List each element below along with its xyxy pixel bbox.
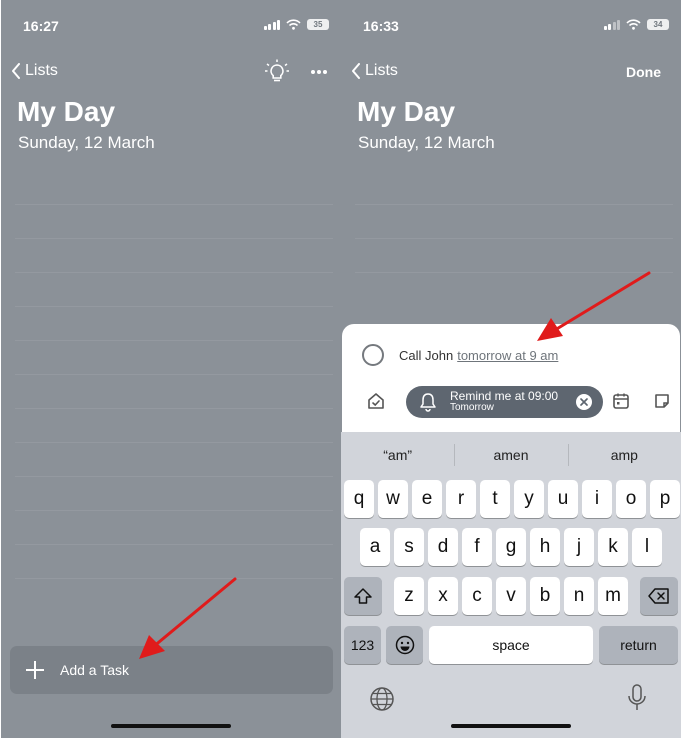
key-s[interactable]: s	[394, 528, 424, 566]
circle-checkbox-icon[interactable]	[362, 344, 384, 366]
dictation-key[interactable]	[627, 684, 647, 712]
key-o[interactable]: o	[616, 480, 646, 518]
key-j[interactable]: j	[564, 528, 594, 566]
key-l[interactable]: l	[632, 528, 662, 566]
status-icons: 34	[603, 19, 669, 30]
key-h[interactable]: h	[530, 528, 560, 566]
emoji-icon	[395, 635, 414, 655]
done-button[interactable]: Done	[626, 64, 661, 80]
keyboard: “am” amen amp q w e r t y u i o p a s d …	[341, 432, 681, 738]
backspace-key[interactable]	[640, 577, 678, 615]
status-time: 16:33	[363, 18, 399, 34]
emoji-key[interactable]	[386, 626, 423, 664]
nav-bar: Lists Done	[341, 56, 681, 88]
home-indicator	[111, 724, 231, 728]
chevron-left-icon	[12, 63, 20, 79]
due-date-button[interactable]	[609, 389, 633, 413]
right-screenshot: 16:33 34 Lists Done My Day Sunday, 12 Ma…	[341, 0, 681, 738]
key-q[interactable]: q	[344, 480, 374, 518]
key-t[interactable]: t	[480, 480, 510, 518]
suggestion-item[interactable]: amp	[567, 442, 681, 468]
reminder-day: Tomorrow	[450, 402, 494, 414]
globe-key[interactable]	[369, 686, 395, 712]
recognized-date-text[interactable]: tomorrow at 9 am	[457, 348, 558, 363]
suggestions-button[interactable]	[263, 58, 291, 86]
calendar-icon	[613, 393, 629, 409]
key-y[interactable]: y	[514, 480, 544, 518]
nav-bar: Lists	[1, 56, 341, 88]
return-key[interactable]: return	[599, 626, 678, 664]
empty-task-lines	[355, 204, 673, 306]
key-z[interactable]: z	[394, 577, 424, 615]
add-task-button[interactable]: Add a Task	[10, 646, 333, 694]
key-w[interactable]: w	[378, 480, 408, 518]
signal-icon	[263, 19, 280, 30]
plus-icon	[10, 660, 60, 680]
task-title-input[interactable]: Call John	[399, 348, 453, 363]
battery-icon: 35	[307, 19, 329, 30]
space-key[interactable]: space	[429, 626, 593, 664]
key-k[interactable]: k	[598, 528, 628, 566]
more-icon	[311, 70, 327, 74]
chevron-left-icon	[352, 63, 360, 79]
page-title: My Day	[357, 96, 456, 127]
left-screenshot: 16:27 35 Lists My Day Sunday, 12 March A…	[1, 0, 341, 738]
my-day-icon	[368, 393, 384, 409]
key-v[interactable]: v	[496, 577, 526, 615]
note-icon	[655, 394, 669, 408]
clear-icon[interactable]	[575, 393, 593, 411]
wifi-icon	[626, 19, 641, 30]
key-r[interactable]: r	[446, 480, 476, 518]
key-n[interactable]: n	[564, 577, 594, 615]
status-time: 16:27	[23, 18, 59, 34]
page-title: My Day	[17, 96, 116, 127]
task-input-row[interactable]: Call John tomorrow at 9 am	[362, 344, 558, 366]
key-e[interactable]: e	[412, 480, 442, 518]
signal-icon	[603, 19, 620, 30]
suggestion-item[interactable]: “am”	[341, 442, 454, 468]
bell-icon	[406, 392, 450, 412]
key-u[interactable]: u	[548, 480, 578, 518]
numbers-key[interactable]: 123	[344, 626, 381, 664]
empty-task-lines	[15, 204, 333, 612]
wifi-icon	[286, 19, 301, 30]
key-f[interactable]: f	[462, 528, 492, 566]
key-m[interactable]: m	[598, 577, 628, 615]
back-label: Lists	[25, 62, 58, 79]
key-d[interactable]: d	[428, 528, 458, 566]
key-b[interactable]: b	[530, 577, 560, 615]
shift-key[interactable]	[344, 577, 382, 615]
key-p[interactable]: p	[650, 480, 680, 518]
status-icons: 35	[263, 19, 329, 30]
microphone-icon	[628, 684, 646, 710]
task-options-toolbar: Remind me at 09:00 Tomorrow	[342, 384, 680, 418]
add-task-sheet: Call John tomorrow at 9 am Remind me at …	[342, 324, 680, 432]
key-i[interactable]: i	[582, 480, 612, 518]
page-date: Sunday, 12 March	[18, 133, 155, 152]
page-date: Sunday, 12 March	[358, 133, 495, 152]
key-a[interactable]: a	[360, 528, 390, 566]
back-button[interactable]: Lists	[11, 62, 58, 80]
add-note-button[interactable]	[650, 389, 674, 413]
suggestion-item[interactable]: amen	[454, 442, 567, 468]
predictive-bar: “am” amen amp	[341, 442, 681, 468]
backspace-icon	[648, 588, 669, 604]
back-label: Lists	[365, 62, 398, 79]
globe-icon	[370, 687, 394, 711]
key-x[interactable]: x	[428, 577, 458, 615]
status-bar: 16:33 34	[341, 0, 681, 50]
back-button[interactable]: Lists	[351, 62, 398, 80]
home-indicator	[451, 724, 571, 728]
key-c[interactable]: c	[462, 577, 492, 615]
status-bar: 16:27 35	[1, 0, 341, 50]
lightbulb-icon	[265, 59, 289, 82]
more-button[interactable]	[307, 58, 331, 86]
battery-icon: 34	[647, 19, 669, 30]
key-g[interactable]: g	[496, 528, 526, 566]
add-task-label: Add a Task	[60, 662, 130, 678]
reminder-chip[interactable]: Remind me at 09:00 Tomorrow	[406, 386, 603, 418]
shift-icon	[354, 588, 372, 604]
add-to-my-day-button[interactable]	[364, 389, 388, 413]
